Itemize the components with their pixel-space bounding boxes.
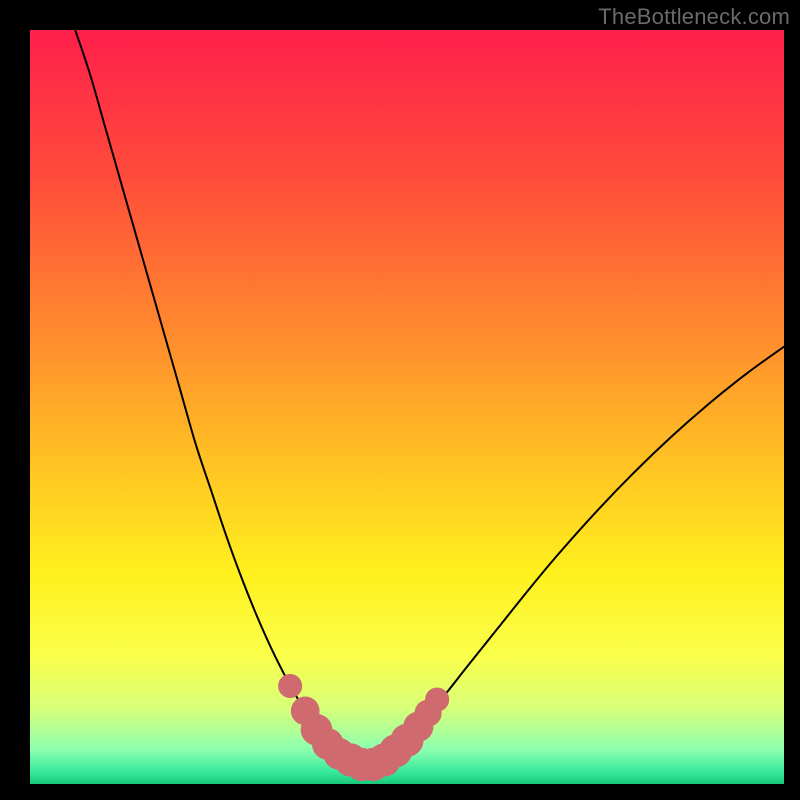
marker-point [278, 674, 302, 698]
chart-svg [30, 30, 784, 784]
watermark-text: TheBottleneck.com [598, 4, 790, 30]
chart-container: TheBottleneck.com [0, 0, 800, 800]
marker-point [425, 687, 449, 711]
gradient-background [30, 30, 784, 784]
plot-area [30, 30, 784, 784]
